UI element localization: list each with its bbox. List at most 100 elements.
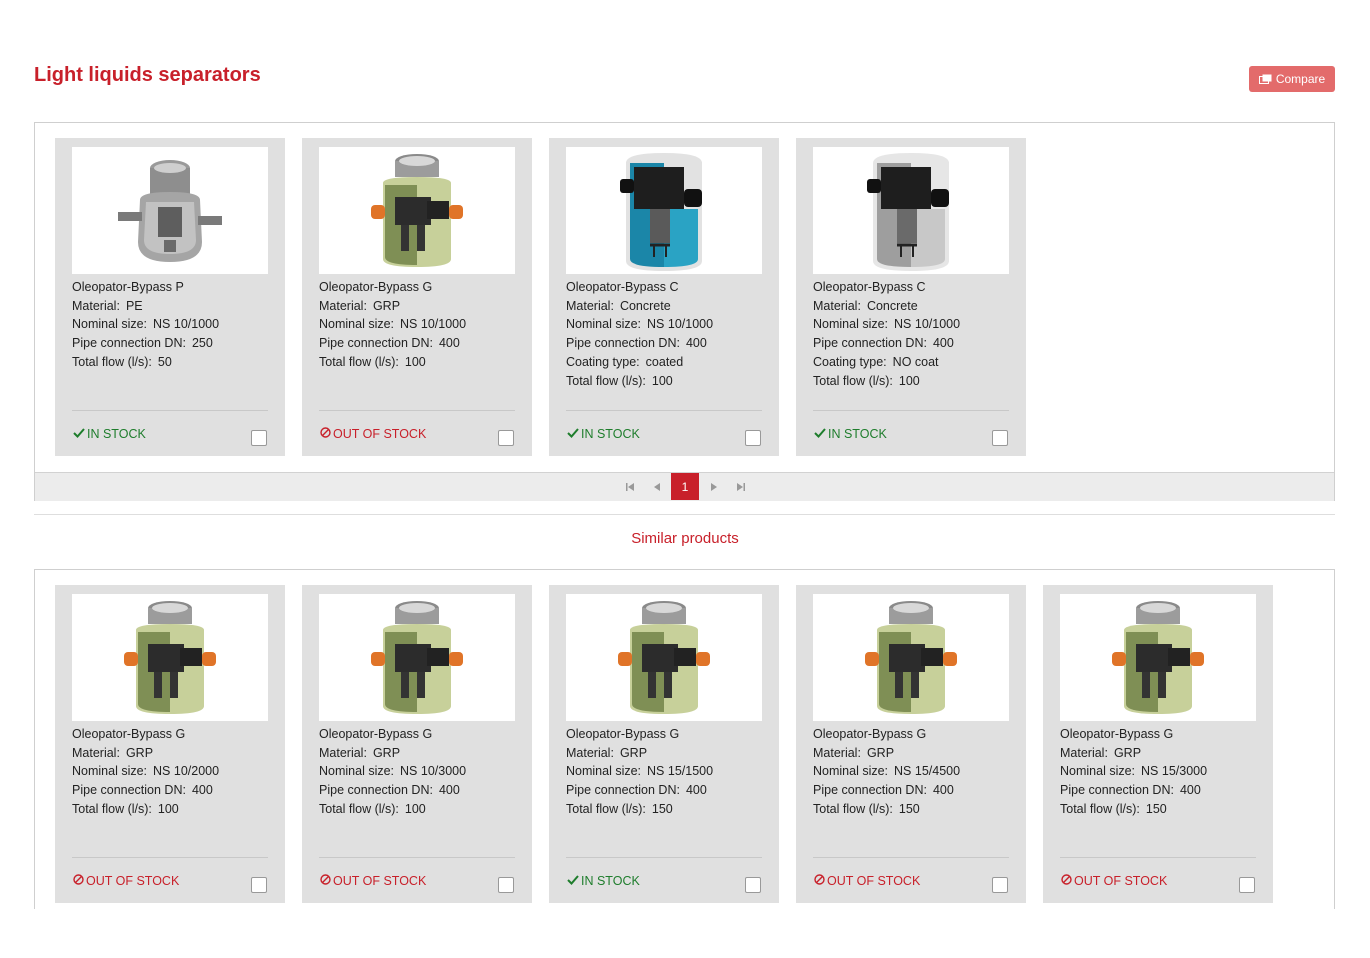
spec-value: 150	[1145, 801, 1167, 816]
similar-products-title: Similar products	[631, 530, 739, 547]
spec-label: Pipe connection DN:	[72, 783, 186, 798]
prev-page-icon[interactable]	[651, 481, 663, 493]
spec-material: Material: GRP	[319, 297, 466, 316]
spec-material: Material: GRP	[813, 744, 960, 763]
card-divider	[319, 857, 515, 858]
product-details: Oleopator-Bypass G Material: GRP Nominal si…	[319, 278, 466, 372]
card-divider	[566, 857, 762, 858]
stock-status-label: IN STOCK	[828, 427, 887, 441]
compare-checkbox[interactable]	[745, 430, 761, 446]
spec-material: Material: Concrete	[566, 297, 713, 316]
product-card[interactable]: Oleopator-Bypass C Material: Concrete Nomin…	[796, 138, 1026, 456]
product-image[interactable]	[319, 147, 515, 274]
spec-nominal-size: Nominal size: NS 10/2000	[72, 762, 219, 781]
products-panel: Oleopator-Bypass P Material: PE Nominal siz…	[34, 122, 1335, 501]
product-image[interactable]	[319, 594, 515, 721]
stock-status-label: OUT OF STOCK	[333, 874, 427, 888]
stock-status: IN STOCK	[567, 427, 640, 441]
compare-label: Compare	[1275, 72, 1326, 86]
spec-material: Material: GRP	[72, 744, 219, 763]
stock-status-label: IN STOCK	[581, 874, 640, 888]
compare-icon	[1258, 74, 1272, 84]
spec-label: Pipe connection DN:	[319, 783, 433, 798]
spec-total-flow: Total flow (l/s): 100	[566, 372, 713, 391]
product-card[interactable]: Oleopator-Bypass P Material: PE Nominal siz…	[55, 138, 285, 456]
product-name[interactable]: Oleopator-Bypass G	[72, 725, 219, 744]
spec-value: PE	[125, 298, 143, 313]
compare-checkbox[interactable]	[745, 877, 761, 893]
spec-material: Material: PE	[72, 297, 219, 316]
spec-label: Nominal size:	[566, 317, 642, 332]
compare-checkbox[interactable]	[992, 430, 1008, 446]
spec-nominal-size: Nominal size: NS 10/1000	[319, 315, 466, 334]
product-image[interactable]	[1060, 594, 1256, 721]
spec-label: Total flow (l/s):	[1060, 801, 1140, 816]
spec-label: Pipe connection DN:	[566, 783, 680, 798]
product-card[interactable]: Oleopator-Bypass C Material: Concrete Nomin…	[549, 138, 779, 456]
spec-label: Nominal size:	[566, 764, 642, 779]
spec-nominal-size: Nominal size: NS 10/3000	[319, 762, 466, 781]
spec-total-flow: Total flow (l/s): 100	[813, 372, 960, 391]
spec-value: 150	[651, 801, 673, 816]
product-card[interactable]: Oleopator-Bypass G Material: GRP Nominal si…	[1043, 585, 1273, 903]
product-image[interactable]	[813, 147, 1009, 274]
product-card[interactable]: Oleopator-Bypass G Material: GRP Nominal si…	[302, 585, 532, 903]
spec-value: NO coat	[892, 354, 939, 369]
spec-label: Total flow (l/s):	[319, 354, 399, 369]
spec-label: Coating type:	[566, 354, 640, 369]
stock-status-label: OUT OF STOCK	[86, 874, 180, 888]
ban-icon	[814, 874, 825, 888]
spec-nominal-size: Nominal size: NS 15/1500	[566, 762, 713, 781]
last-page-icon[interactable]	[735, 481, 747, 493]
compare-checkbox[interactable]	[498, 430, 514, 446]
spec-value: 100	[404, 801, 426, 816]
stock-status: IN STOCK	[814, 427, 887, 441]
first-page-icon[interactable]	[624, 481, 636, 493]
product-name[interactable]: Oleopator-Bypass G	[319, 725, 466, 744]
page-1-button[interactable]: 1	[671, 473, 699, 500]
spec-label: Total flow (l/s):	[813, 373, 893, 388]
next-page-icon[interactable]	[708, 481, 720, 493]
spec-value: coated	[645, 354, 684, 369]
compare-checkbox[interactable]	[1239, 877, 1255, 893]
product-card[interactable]: Oleopator-Bypass G Material: GRP Nominal si…	[302, 138, 532, 456]
product-name[interactable]: Oleopator-Bypass P	[72, 278, 219, 297]
product-name[interactable]: Oleopator-Bypass G	[1060, 725, 1207, 744]
spec-nominal-size: Nominal size: NS 10/1000	[566, 315, 713, 334]
product-image[interactable]	[813, 594, 1009, 721]
product-name[interactable]: Oleopator-Bypass G	[566, 725, 713, 744]
check-icon	[567, 874, 579, 888]
product-image[interactable]	[566, 147, 762, 274]
spec-material: Material: Concrete	[813, 297, 960, 316]
product-card[interactable]: Oleopator-Bypass G Material: GRP Nominal si…	[549, 585, 779, 903]
product-card[interactable]: Oleopator-Bypass G Material: GRP Nominal si…	[796, 585, 1026, 903]
spec-value: NS 10/2000	[153, 764, 220, 779]
compare-button[interactable]: Compare	[1249, 66, 1335, 92]
product-image[interactable]	[72, 594, 268, 721]
page-title: Light liquids separators	[34, 64, 261, 86]
product-details: Oleopator-Bypass C Material: Concrete Nomin…	[813, 278, 960, 390]
stock-status: OUT OF STOCK	[320, 427, 426, 441]
product-name[interactable]: Oleopator-Bypass C	[566, 278, 713, 297]
compare-checkbox[interactable]	[498, 877, 514, 893]
product-card[interactable]: Oleopator-Bypass G Material: GRP Nominal si…	[55, 585, 285, 903]
product-details: Oleopator-Bypass G Material: GRP Nominal si…	[813, 725, 960, 819]
product-image[interactable]	[72, 147, 268, 274]
ban-icon	[1061, 874, 1072, 888]
product-name[interactable]: Oleopator-Bypass C	[813, 278, 960, 297]
compare-checkbox[interactable]	[251, 430, 267, 446]
spec-value: NS 10/1000	[647, 317, 714, 332]
compare-checkbox[interactable]	[992, 877, 1008, 893]
product-name[interactable]: Oleopator-Bypass G	[813, 725, 960, 744]
spec-total-flow: Total flow (l/s): 150	[813, 800, 960, 819]
spec-label: Nominal size:	[319, 317, 395, 332]
spec-material: Material: GRP	[1060, 744, 1207, 763]
product-details: Oleopator-Bypass C Material: Concrete Nomin…	[566, 278, 713, 390]
spec-label: Nominal size:	[813, 317, 889, 332]
compare-checkbox[interactable]	[251, 877, 267, 893]
product-image[interactable]	[566, 594, 762, 721]
product-list: Oleopator-Bypass P Material: PE Nominal siz…	[55, 138, 1026, 456]
spec-coating-type: Coating type: NO coat	[813, 353, 960, 372]
ban-icon	[320, 874, 331, 888]
product-name[interactable]: Oleopator-Bypass G	[319, 278, 466, 297]
